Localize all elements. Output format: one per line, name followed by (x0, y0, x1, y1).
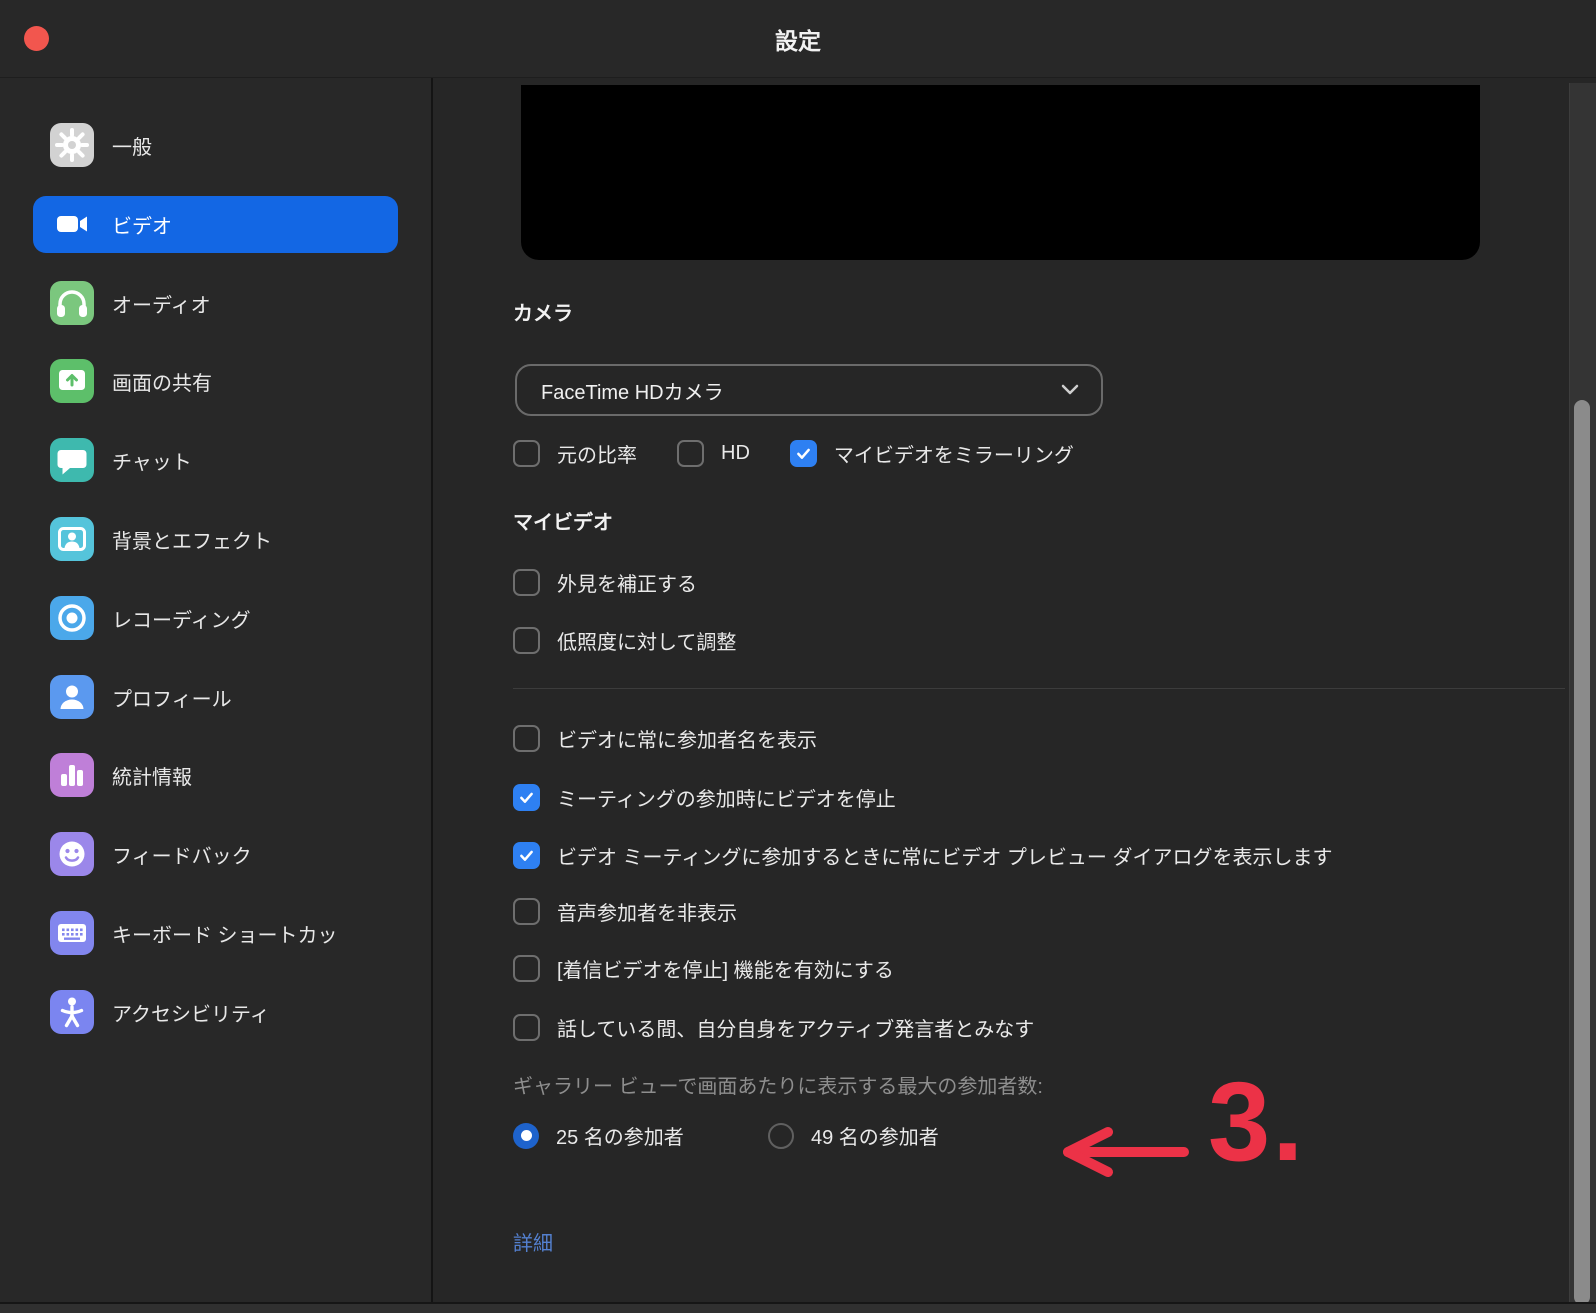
window-title: 設定 (0, 0, 1596, 78)
annotation-step-number: 3. (1208, 1066, 1305, 1178)
sidebar-item-label: オーディオ (112, 275, 211, 332)
sidebar-item-video[interactable]: ビデオ (33, 196, 398, 253)
feedback-icon (50, 832, 94, 876)
checked-checkbox[interactable] (513, 784, 540, 811)
gallery-view-label: ギャラリー ビューで画面あたりに表示する最大の参加者数: (513, 1070, 1043, 1099)
sidebar-item-statistics[interactable]: 統計情報 (33, 747, 398, 804)
sidebar-item-background-effects[interactable]: 背景とエフェクト (33, 511, 398, 568)
audio-icon (50, 281, 94, 325)
video-icon (50, 202, 94, 246)
background-effects-icon (50, 517, 94, 561)
sidebar-item-recording[interactable]: レコーディング (33, 590, 398, 647)
recording-icon (50, 596, 94, 640)
sidebar-item-label: 画面の共有 (112, 353, 212, 410)
unchecked-checkbox[interactable] (677, 440, 704, 467)
sidebar-item-label: プロフィール (112, 669, 232, 726)
sidebar-item-label: キーボード ショートカッ (112, 905, 338, 962)
my-video-option: 外見を補正する (513, 568, 697, 597)
chat-icon (50, 438, 94, 482)
radio-label: 25 名の参加者 (556, 1121, 684, 1150)
meeting-option: 音声参加者を非表示 (513, 897, 737, 926)
checked-checkbox[interactable] (790, 440, 817, 467)
my-video-option: 低照度に対して調整 (513, 626, 736, 655)
checkbox-label: 音声参加者を非表示 (557, 897, 737, 926)
keyboard-icon (50, 911, 94, 955)
title-bar: 設定 (0, 0, 1596, 78)
checkbox-label: ミーティングの参加時にビデオを停止 (557, 783, 896, 812)
meeting-option: [着信ビデオを停止] 機能を有効にする (513, 954, 894, 983)
sidebar-item-accessibility[interactable]: アクセシビリティ (33, 984, 398, 1041)
sidebar-item-profile[interactable]: プロフィール (33, 669, 398, 726)
checkbox-label: HD (721, 442, 750, 465)
sidebar-item-label: 一般 (112, 117, 152, 174)
unchecked-checkbox[interactable] (513, 898, 540, 925)
camera-option: マイビデオをミラーリング (790, 439, 1074, 468)
gallery-option: 49 名の参加者 (768, 1121, 939, 1150)
camera-preview (521, 85, 1480, 260)
accessibility-icon (50, 990, 94, 1034)
checked-checkbox[interactable] (513, 842, 540, 869)
unchecked-checkbox[interactable] (513, 725, 540, 752)
checkbox-label: [着信ビデオを停止] 機能を有効にする (557, 954, 894, 983)
camera-option: 元の比率 (513, 439, 637, 468)
checkbox-label: ビデオに常に参加者名を表示 (557, 724, 817, 753)
unchecked-checkbox[interactable] (513, 627, 540, 654)
chevron-down-icon (1061, 379, 1079, 402)
checkbox-label: 低照度に対して調整 (557, 626, 736, 655)
unselected-radio-button[interactable] (768, 1123, 794, 1149)
section-divider (513, 688, 1565, 689)
unchecked-checkbox[interactable] (513, 1014, 540, 1041)
camera-device-select[interactable]: FaceTime HDカメラ (515, 364, 1103, 416)
checkbox-label: 話している間、自分自身をアクティブ発言者とみなす (557, 1013, 1034, 1042)
sidebar-item-label: レコーディング (112, 590, 251, 647)
sidebar-item-label: 背景とエフェクト (112, 511, 272, 568)
my-video-section-heading: マイビデオ (513, 506, 613, 535)
checkbox-label: 外見を補正する (557, 568, 697, 597)
sidebar-item-chat[interactable]: チャット (33, 432, 398, 489)
camera-section-heading: カメラ (513, 297, 573, 326)
settings-sidebar: 一般ビデオオーディオ画面の共有チャット背景とエフェクトレコーディングプロフィール… (0, 78, 432, 1302)
advanced-link[interactable]: 詳細 (513, 1227, 553, 1256)
scrollbar-thumb[interactable] (1574, 400, 1590, 1305)
sidebar-item-label: チャット (112, 432, 192, 489)
sidebar-item-label: フィードバック (112, 826, 252, 883)
annotation-arrow-icon (1058, 1122, 1192, 1187)
sidebar-item-gear[interactable]: 一般 (33, 117, 398, 174)
sidebar-divider (431, 78, 433, 1302)
sidebar-item-feedback[interactable]: フィードバック (33, 826, 398, 883)
sidebar-item-audio[interactable]: オーディオ (33, 275, 398, 332)
sidebar-item-label: 統計情報 (112, 747, 192, 804)
checkbox-label: マイビデオをミラーリング (834, 439, 1074, 468)
checkbox-label: 元の比率 (557, 439, 637, 468)
sidebar-item-label: アクセシビリティ (112, 984, 270, 1041)
meeting-option: ビデオ ミーティングに参加するときに常にビデオ プレビュー ダイアログを表示しま… (513, 841, 1332, 870)
sidebar-item-keyboard[interactable]: キーボード ショートカッ (33, 905, 398, 962)
radio-label: 49 名の参加者 (811, 1121, 939, 1150)
meeting-option: ミーティングの参加時にビデオを停止 (513, 783, 896, 812)
sidebar-item-screen-share[interactable]: 画面の共有 (33, 353, 398, 410)
selected-radio-button[interactable] (513, 1123, 539, 1149)
camera-options-row: 元の比率 HD マイビデオをミラーリング (513, 439, 1074, 468)
camera-option: HD (677, 440, 750, 467)
gallery-option: 25 名の参加者 (513, 1121, 684, 1150)
meeting-option: 話している間、自分自身をアクティブ発言者とみなす (513, 1013, 1034, 1042)
statistics-icon (50, 753, 94, 797)
gear-icon (50, 123, 94, 167)
unchecked-checkbox[interactable] (513, 569, 540, 596)
meeting-option: ビデオに常に参加者名を表示 (513, 724, 817, 753)
window-bottom-edge (0, 1302, 1596, 1313)
unchecked-checkbox[interactable] (513, 440, 540, 467)
screen-share-icon (50, 359, 94, 403)
sidebar-item-label: ビデオ (112, 196, 172, 253)
unchecked-checkbox[interactable] (513, 955, 540, 982)
checkbox-label: ビデオ ミーティングに参加するときに常にビデオ プレビュー ダイアログを表示しま… (557, 841, 1332, 870)
camera-device-value: FaceTime HDカメラ (541, 376, 1061, 405)
profile-icon (50, 675, 94, 719)
